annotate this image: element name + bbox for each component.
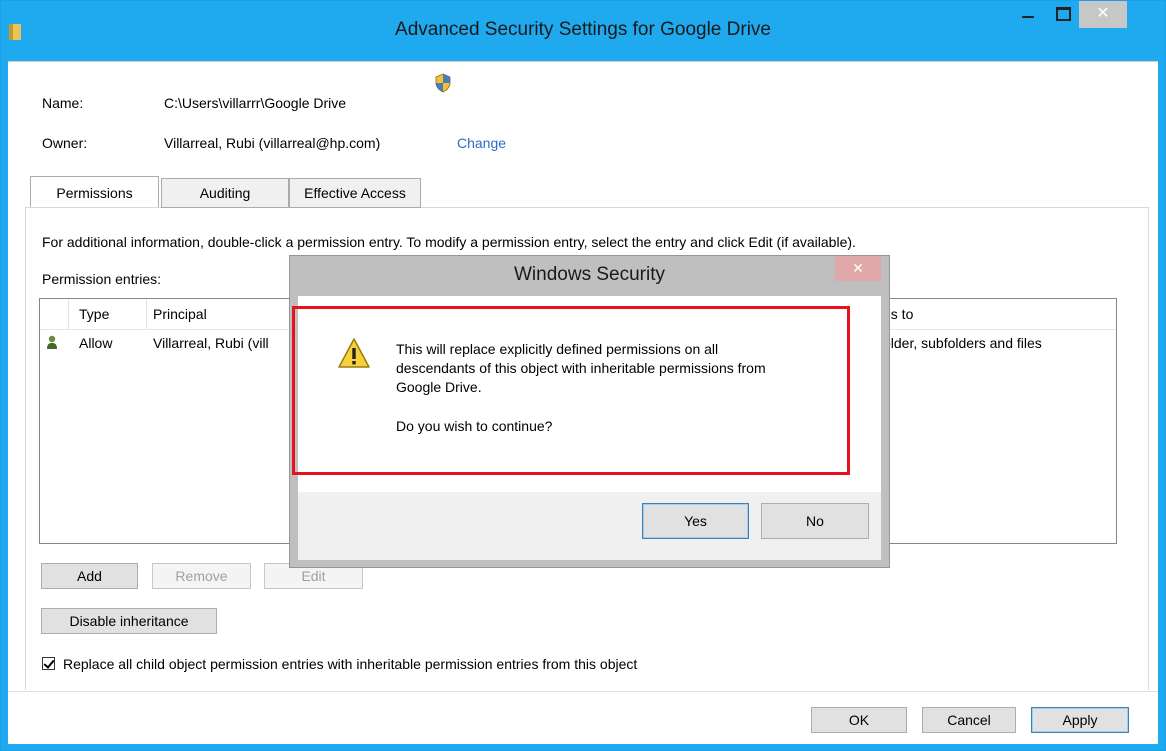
dialog-footer: Yes No — [298, 492, 881, 560]
owner-label: Owner: — [42, 135, 88, 151]
replace-child-permissions-checkbox[interactable] — [42, 657, 55, 670]
tab-permissions[interactable]: Permissions — [30, 176, 159, 207]
dialog-message-line: descendants of this object with inherita… — [396, 360, 766, 376]
dialog-body: This will replace explicitly defined per… — [298, 296, 881, 492]
dialog-message-line: Google Drive. — [396, 379, 482, 395]
cancel-button[interactable]: Cancel — [922, 707, 1016, 733]
uac-shield-icon — [435, 73, 451, 93]
column-separator — [146, 299, 147, 329]
replace-child-permissions-label: Replace all child object permission entr… — [63, 656, 638, 672]
dialog-question: Do you wish to continue? — [396, 418, 553, 434]
apply-button[interactable]: Apply — [1031, 707, 1129, 733]
owner-value: Villarreal, Rubi (villarreal@hp.com) — [164, 135, 381, 151]
no-button[interactable]: No — [761, 503, 869, 539]
column-separator — [68, 299, 69, 329]
instructions-text: For additional information, double-click… — [42, 234, 856, 250]
column-header-principal[interactable]: Principal — [153, 306, 207, 322]
ok-button[interactable]: OK — [811, 707, 907, 733]
disable-inheritance-button[interactable]: Disable inheritance — [41, 608, 217, 634]
name-value: C:\Users\villarrr\Google Drive — [164, 95, 347, 111]
remove-button[interactable]: Remove — [152, 563, 251, 589]
permission-entries-label: Permission entries: — [42, 271, 162, 287]
name-label: Name: — [42, 95, 84, 111]
dialog-message: This will replace explicitly defined per… — [396, 340, 856, 436]
close-button[interactable]: ✕ — [1079, 1, 1127, 28]
dialog-title: Windows Security — [514, 264, 665, 285]
yes-button[interactable]: Yes — [642, 503, 749, 539]
change-owner-link[interactable]: Change — [457, 135, 506, 151]
windows-security-dialog: Windows Security ✕ This will replace exp… — [289, 255, 890, 568]
row-type: Allow — [79, 335, 113, 351]
user-icon — [47, 335, 57, 349]
window-title: Advanced Security Settings for Google Dr… — [395, 19, 771, 40]
row-applies-to: older, subfolders and files — [883, 335, 1042, 351]
minimize-button[interactable] — [1013, 1, 1043, 28]
title-bar[interactable]: Advanced Security Settings for Google Dr… — [1, 1, 1165, 61]
warning-icon — [338, 338, 370, 368]
row-principal: Villarreal, Rubi (vill — [153, 335, 269, 351]
dialog-message-line: This will replace explicitly defined per… — [396, 341, 719, 357]
dialog-close-button[interactable]: ✕ — [835, 256, 881, 281]
column-header-type[interactable]: Type — [79, 306, 109, 322]
tab-auditing[interactable]: Auditing — [161, 178, 289, 208]
add-button[interactable]: Add — [41, 563, 138, 589]
tab-effective-access[interactable]: Effective Access — [289, 178, 421, 208]
maximize-button[interactable] — [1047, 1, 1077, 28]
